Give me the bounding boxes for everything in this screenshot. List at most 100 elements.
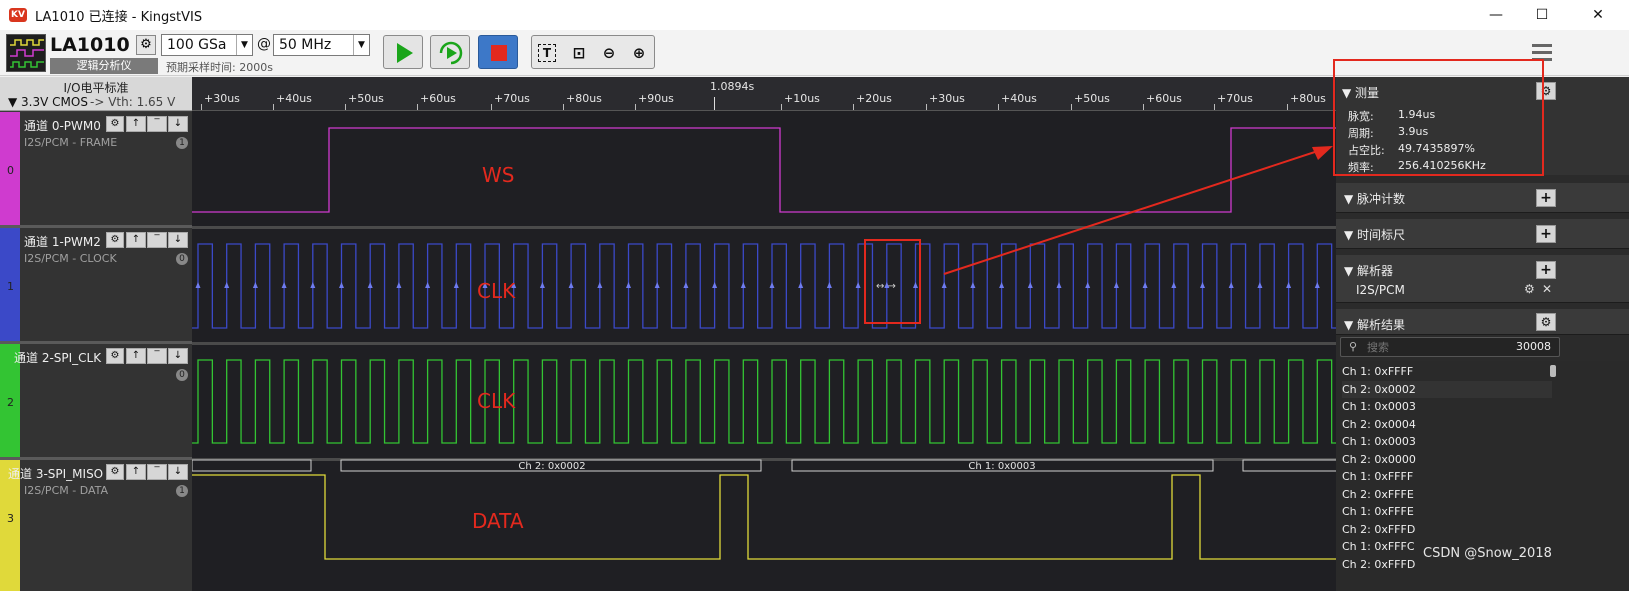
stop-button[interactable] xyxy=(478,35,518,69)
rising-edge-marker xyxy=(310,282,316,288)
channel-index: 0 xyxy=(7,164,14,177)
result-row[interactable]: Ch 1: 0x0003 xyxy=(1342,398,1552,415)
ruler-tick-label: +80us xyxy=(1290,92,1326,105)
zoom-out-icon[interactable]: ⊖ xyxy=(598,43,620,65)
add-time-ruler-button[interactable]: + xyxy=(1536,225,1556,243)
result-row[interactable]: Ch 2: 0x0004 xyxy=(1342,416,1552,433)
channel-settings-gear-icon[interactable]: ⚙ xyxy=(106,116,124,132)
channel-name[interactable]: 通道 1-PWM2 xyxy=(24,233,101,250)
add-pulse-count-button[interactable]: + xyxy=(1536,189,1556,207)
falling-edge-trigger-icon[interactable]: ↓ xyxy=(168,116,188,132)
rising-edge-marker xyxy=(798,282,804,288)
ruler-tick-mark xyxy=(1071,104,1072,110)
channel-3-waveform xyxy=(192,474,1336,560)
channel-name[interactable]: 通道 0-PWM0 xyxy=(24,117,101,134)
maximize-button[interactable]: ☐ xyxy=(1519,0,1565,30)
ruler-tick-label: +50us xyxy=(1074,92,1110,105)
decoder-lane: Ch 2: 0x0002 Ch 1: 0x0003 xyxy=(192,459,1336,472)
channel-count-badge: 0 xyxy=(176,253,188,265)
rising-edge-trigger-icon[interactable]: ↑ xyxy=(126,232,146,248)
device-settings-gear-icon[interactable]: ⚙ xyxy=(136,35,156,55)
time-ruler-section[interactable]: ▼ 时间标尺 + xyxy=(1336,219,1629,249)
text-tool-icon[interactable]: T xyxy=(538,44,556,62)
channel-decoder-label: I2S/PCM - DATA xyxy=(24,484,109,497)
high-level-trigger-icon[interactable]: ‾ xyxy=(147,116,167,132)
ruler-tick-mark xyxy=(1214,104,1215,110)
io-standard-value[interactable]: ▼ 3.3V CMOS xyxy=(8,95,88,109)
ruler-tick-label: +70us xyxy=(1217,92,1253,105)
repeat-play-icon xyxy=(439,41,463,65)
channel-row[interactable]: 0 通道 0-PWM0 ⚙ ↑ ‾ ↓ I2S/PCM - FRAME 1 xyxy=(0,112,192,228)
zoom-fit-icon[interactable]: ⊡ xyxy=(568,43,590,65)
start-button[interactable] xyxy=(383,35,423,69)
channel-controls: ⚙ ↑ ‾ ↓ xyxy=(106,348,188,364)
rising-edge-marker xyxy=(281,282,287,288)
channel-2-waveform xyxy=(192,359,1336,444)
results-section[interactable]: ▼ 解析结果 ⚙ xyxy=(1336,309,1629,335)
channel-settings-gear-icon[interactable]: ⚙ xyxy=(106,348,124,364)
result-row[interactable]: Ch 1: 0xFFFE xyxy=(1342,503,1552,520)
channel-row[interactable]: 1 通道 1-PWM2 ⚙ ↑ ‾ ↓ I2S/PCM - CLOCK 0 xyxy=(0,228,192,344)
results-settings-gear-icon[interactable]: ⚙ xyxy=(1536,313,1556,331)
channel-settings-gear-icon[interactable]: ⚙ xyxy=(106,232,124,248)
channel-row[interactable]: 3 通道 3-SPI_MISO ⚙ ↑ ‾ ↓ I2S/PCM - DATA 1 xyxy=(0,460,192,591)
high-level-trigger-icon[interactable]: ‾ xyxy=(147,348,167,364)
result-row[interactable]: Ch 2: 0xFFFD xyxy=(1342,521,1552,538)
channel-name[interactable]: 通道 3-SPI_MISO xyxy=(8,465,103,482)
device-subtitle: 逻辑分析仪 xyxy=(50,58,158,74)
results-scrollbar[interactable] xyxy=(1550,365,1556,377)
channel-row[interactable]: 2 通道 2-SPI_CLK ⚙ ↑ ‾ ↓ 0 xyxy=(0,344,192,460)
rising-edge-trigger-icon[interactable]: ↑ xyxy=(126,348,146,364)
search-input[interactable] xyxy=(1367,339,1497,355)
io-standard-header[interactable]: I/O电平标准 ▼ 3.3V CMOS -> Vth: 1.65 V xyxy=(0,77,192,111)
channel-count-badge: 0 xyxy=(176,369,188,381)
remove-analyzer-icon[interactable]: ✕ xyxy=(1542,282,1552,296)
sample-rate-select[interactable]: 50 MHz ▼ xyxy=(273,34,370,56)
ruler-tick-mark xyxy=(635,104,636,110)
rising-edge-marker xyxy=(568,282,574,288)
ruler-tick-mark xyxy=(998,104,999,110)
time-ruler[interactable]: 1.0894s +30us +40us +50us +60us +70us +80us +9… xyxy=(192,77,1336,111)
falling-edge-trigger-icon[interactable]: ↓ xyxy=(168,348,188,364)
minimize-button[interactable]: — xyxy=(1473,0,1519,30)
channel-count-badge: 1 xyxy=(176,485,188,497)
threshold-voltage: -> Vth: 1.65 V xyxy=(90,95,176,109)
add-analyzer-button[interactable]: + xyxy=(1536,261,1556,279)
channel-index: 1 xyxy=(7,280,14,293)
sample-depth-select[interactable]: 100 GSa ▼ xyxy=(161,34,253,56)
result-row[interactable]: Ch 2: 0xFFFE xyxy=(1342,486,1552,503)
channel-name[interactable]: 通道 2-SPI_CLK xyxy=(14,349,101,366)
close-button[interactable]: ✕ xyxy=(1575,0,1621,30)
repeat-start-button[interactable] xyxy=(430,35,470,69)
analyzers-title: ▼ 解析器 xyxy=(1344,264,1394,278)
analyzer-settings-gear-icon[interactable]: ⚙ xyxy=(1524,282,1535,296)
result-row[interactable]: Ch 1: 0xFFFF xyxy=(1342,363,1552,380)
high-level-trigger-icon[interactable]: ‾ xyxy=(147,464,167,480)
zoom-in-icon[interactable]: ⊕ xyxy=(628,43,650,65)
clock-trace xyxy=(192,243,1336,329)
rising-edge-trigger-icon[interactable]: ↑ xyxy=(126,464,146,480)
result-row[interactable]: Ch 1: 0xFFFF xyxy=(1342,468,1552,485)
rising-edge-marker xyxy=(396,282,402,288)
ruler-tick-mark xyxy=(345,104,346,110)
result-row[interactable]: Ch 2: 0x0000 xyxy=(1342,451,1552,468)
high-level-trigger-icon[interactable]: ‾ xyxy=(147,232,167,248)
rising-edge-marker xyxy=(597,282,603,288)
rising-edge-marker xyxy=(855,282,861,288)
result-row[interactable]: Ch 1: 0x0003 xyxy=(1342,433,1552,450)
channel-settings-gear-icon[interactable]: ⚙ xyxy=(106,464,124,480)
callout-arrow-head xyxy=(1312,146,1333,160)
falling-edge-trigger-icon[interactable]: ↓ xyxy=(168,232,188,248)
results-search[interactable]: ⚲ 30008 xyxy=(1340,337,1560,357)
pulse-count-section[interactable]: ▼ 脉冲计数 + xyxy=(1336,183,1629,213)
rising-edge-marker xyxy=(769,282,775,288)
device-waveform-icon[interactable] xyxy=(6,34,46,72)
rising-edge-marker xyxy=(712,282,718,288)
waveform-view[interactable]: 1.0894s +30us +40us +50us +60us +70us +80us +9… xyxy=(192,77,1336,591)
falling-edge-trigger-icon[interactable]: ↓ xyxy=(168,464,188,480)
analyzers-section[interactable]: ▼ 解析器 + I2S/PCM ⚙ ✕ xyxy=(1336,255,1629,303)
result-row[interactable]: Ch 2: 0x0002 xyxy=(1342,380,1552,398)
analyzer-item-name[interactable]: I2S/PCM xyxy=(1356,283,1405,297)
rising-edge-trigger-icon[interactable]: ↑ xyxy=(126,116,146,132)
chevron-down-icon: ▼ xyxy=(353,35,369,55)
